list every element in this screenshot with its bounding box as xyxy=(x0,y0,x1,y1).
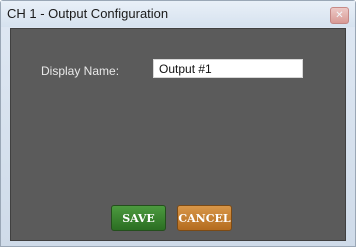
display-name-input[interactable] xyxy=(153,59,303,78)
cancel-button-label: CANCEL xyxy=(178,211,231,225)
save-button[interactable]: SAVE xyxy=(111,205,166,231)
title-bar[interactable]: CH 1 - Output Configuration ✕ xyxy=(1,1,355,27)
display-name-label: Display Name: xyxy=(41,64,120,78)
output-configuration-dialog: CH 1 - Output Configuration ✕ Display Na… xyxy=(0,0,356,247)
dialog-content: Display Name: SAVE CANCEL xyxy=(10,28,346,241)
dialog-title: CH 1 - Output Configuration xyxy=(7,6,169,21)
close-button[interactable]: ✕ xyxy=(330,7,349,24)
cancel-button[interactable]: CANCEL xyxy=(177,205,232,231)
save-button-label: SAVE xyxy=(122,211,155,225)
close-icon: ✕ xyxy=(335,10,344,21)
